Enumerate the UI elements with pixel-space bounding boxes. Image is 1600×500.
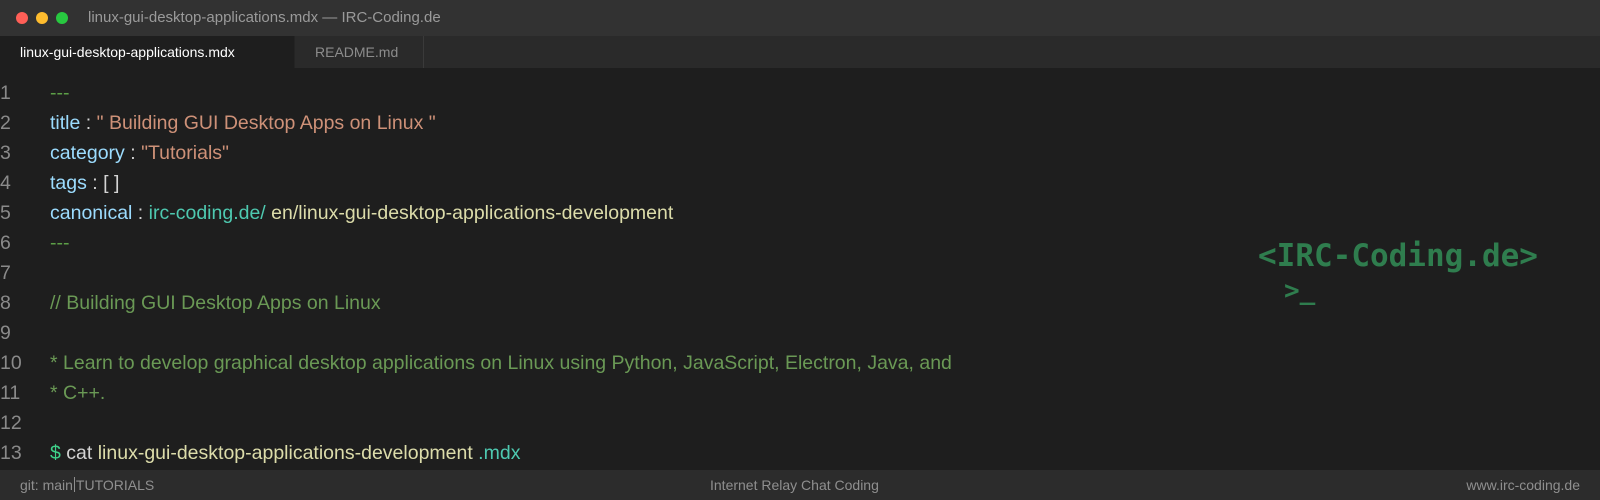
status-left: git: main TUTORIALS bbox=[20, 477, 154, 493]
frontmatter-delimiter: --- bbox=[50, 82, 70, 104]
colon: : bbox=[124, 142, 142, 164]
website-link[interactable]: www.irc-coding.de bbox=[1466, 477, 1580, 493]
line-number: 13 bbox=[0, 442, 22, 464]
shell-command: cat bbox=[60, 442, 98, 464]
category-label: TUTORIALS bbox=[75, 477, 155, 493]
maximize-window-button[interactable] bbox=[56, 12, 68, 24]
line-number: 1 bbox=[0, 82, 11, 104]
status-bar: git: main TUTORIALS Internet Relay Chat C… bbox=[0, 470, 1600, 500]
code-editor[interactable]: 1 --- 2 title : " Building GUI Desktop A… bbox=[0, 68, 1600, 470]
frontmatter-key: category bbox=[50, 142, 125, 164]
colon: : bbox=[132, 202, 149, 224]
line-number: 7 bbox=[0, 262, 11, 284]
tab-linux-gui-desktop-applications[interactable]: linux-gui-desktop-applications.mdx bbox=[0, 36, 294, 68]
description-comment: * Learn to develop graphical desktop app… bbox=[50, 352, 952, 374]
line-number: 5 bbox=[0, 202, 11, 224]
window-titlebar: linux-gui-desktop-applications.mdx — IRC… bbox=[0, 0, 1600, 36]
status-tagline: Internet Relay Chat Coding bbox=[710, 477, 879, 493]
frontmatter-value: [ ] bbox=[103, 172, 120, 194]
frontmatter-key: canonical bbox=[50, 202, 133, 224]
status-separator bbox=[73, 477, 75, 492]
shell-file-extension: .mdx bbox=[472, 442, 521, 464]
frontmatter-key: tags bbox=[50, 172, 87, 194]
line-number: 2 bbox=[0, 112, 11, 134]
line-number: 12 bbox=[0, 412, 22, 434]
window-title: linux-gui-desktop-applications.mdx — IRC… bbox=[88, 9, 441, 26]
line-number: 9 bbox=[0, 322, 11, 344]
shell-filename: linux-gui-desktop-applications-developme… bbox=[97, 442, 473, 464]
git-branch[interactable]: git: main bbox=[20, 477, 73, 493]
tab-bar: linux-gui-desktop-applications.mdx READM… bbox=[0, 36, 1600, 68]
line-number: 6 bbox=[0, 232, 11, 254]
frontmatter-delimiter: --- bbox=[50, 232, 70, 254]
irc-coding-logo: <IRC-Coding.de> >_ bbox=[1258, 236, 1538, 306]
line-number: 11 bbox=[0, 382, 21, 404]
line-number: 3 bbox=[0, 142, 11, 164]
frontmatter-value: " Building GUI Desktop Apps on Linux " bbox=[96, 112, 436, 134]
line-number: 10 bbox=[0, 352, 22, 374]
shell-prompt: $ bbox=[50, 442, 61, 464]
line-number: 4 bbox=[0, 172, 11, 194]
colon: : bbox=[80, 112, 97, 134]
heading-comment: // Building GUI Desktop Apps on Linux bbox=[50, 292, 381, 314]
tab-readme[interactable]: README.md bbox=[294, 36, 424, 68]
logo-wordmark: <IRC-Coding.de> bbox=[1258, 238, 1538, 274]
description-comment: * C++. bbox=[50, 382, 106, 404]
canonical-path: en/linux-gui-desktop-applications-develo… bbox=[265, 202, 674, 224]
line-number: 8 bbox=[0, 292, 11, 314]
canonical-domain-link[interactable]: irc-coding.de/ bbox=[149, 202, 266, 224]
colon: : bbox=[86, 172, 104, 194]
frontmatter-value: "Tutorials" bbox=[141, 142, 229, 164]
terminal-prompt-icon: >_ bbox=[1284, 276, 1316, 306]
frontmatter-key: title bbox=[50, 112, 81, 134]
close-window-button[interactable] bbox=[16, 12, 28, 24]
minimize-window-button[interactable] bbox=[36, 12, 48, 24]
